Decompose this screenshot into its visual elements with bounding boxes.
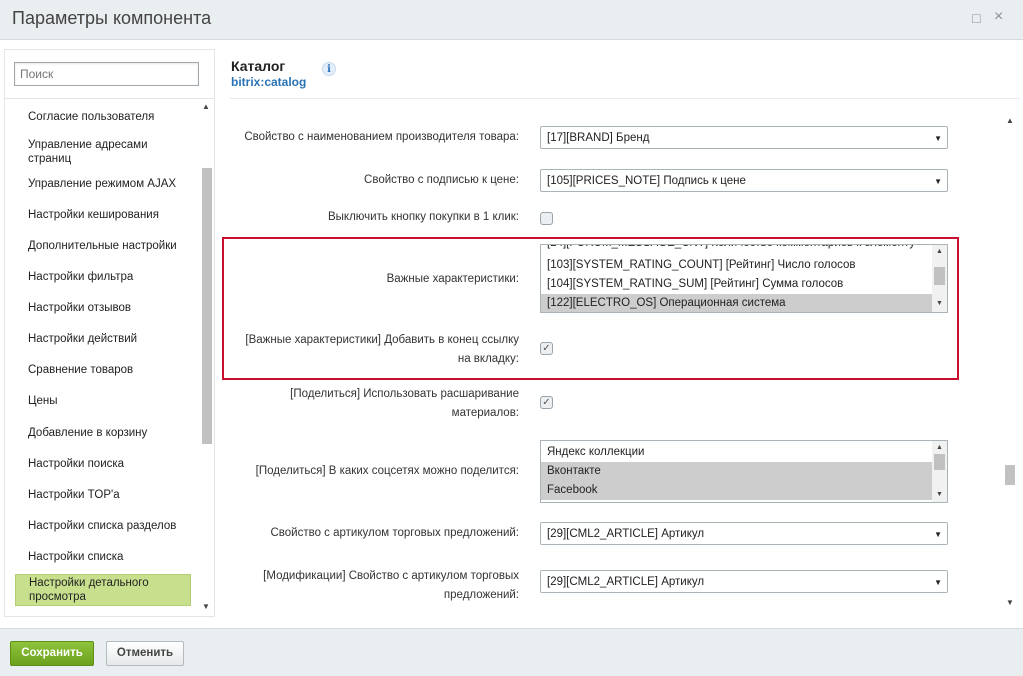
- scroll-up-icon[interactable]: ▲: [936, 444, 943, 451]
- scroll-down-icon[interactable]: ▼: [936, 491, 943, 498]
- component-code: bitrix:catalog: [231, 75, 307, 89]
- sidebar-item-actions[interactable]: Настройки действий: [15, 332, 191, 346]
- scroll-up-icon[interactable]: ▲: [936, 248, 943, 255]
- brand-property-select[interactable]: [17][BRAND] Бренд ▼: [540, 126, 948, 149]
- close-icon[interactable]: ×: [994, 8, 1003, 26]
- sidebar-scrollbar[interactable]: ▲ ▼: [201, 102, 213, 612]
- save-button[interactable]: Сохранить: [10, 641, 94, 666]
- window-titlebar: Параметры компонента □ ×: [0, 0, 1023, 40]
- list-item[interactable]: Facebook: [541, 481, 933, 500]
- price-note-value: [105][PRICES_NOTE] Подпись к цене: [547, 175, 746, 187]
- list-item[interactable]: Вконтакте: [541, 462, 933, 481]
- price-note-label: Свойство с подписью к цене:: [364, 174, 519, 186]
- sidebar-item-additional[interactable]: Дополнительные настройки: [15, 239, 191, 253]
- chevron-down-icon: ▼: [934, 177, 942, 186]
- sidebar-divider: [5, 98, 214, 99]
- list-item[interactable]: Яндекс коллекции: [541, 443, 933, 462]
- important-props-listbox[interactable]: [24][FORUM_MESSAGE_CNT] Количество комме…: [540, 244, 948, 313]
- info-icon[interactable]: i: [322, 62, 336, 76]
- one-click-label: Выключить кнопку покупки в 1 клик:: [328, 211, 519, 223]
- offer-article-value: [29][CML2_ARTICLE] Артикул: [547, 528, 705, 540]
- listbox-scroll-thumb[interactable]: [934, 267, 945, 285]
- sidebar-item-prices[interactable]: Цены: [15, 394, 191, 408]
- mod-article-value: [29][CML2_ARTICLE] Артикул: [547, 576, 705, 588]
- sidebar-item-search[interactable]: Настройки поиска: [15, 457, 191, 471]
- sidebar-item-section-list[interactable]: Настройки списка разделов: [15, 519, 191, 533]
- sidebar-item-compare[interactable]: Сравнение товаров: [15, 363, 191, 377]
- chevron-down-icon: ▼: [934, 578, 942, 587]
- sidebar-item-filter[interactable]: Настройки фильтра: [15, 270, 191, 284]
- scroll-up-icon[interactable]: ▲: [1006, 116, 1014, 125]
- offer-article-select[interactable]: [29][CML2_ARTICLE] Артикул ▼: [540, 522, 948, 545]
- sidebar: Согласие пользователя Управление адресам…: [4, 49, 215, 617]
- chevron-down-icon: ▼: [934, 530, 942, 539]
- listbox-scrollbar[interactable]: ▲ ▼: [932, 245, 947, 312]
- scroll-up-icon[interactable]: ▲: [202, 102, 210, 111]
- share-checkbox[interactable]: ✓: [540, 396, 553, 409]
- sidebar-item-user-consent[interactable]: Согласие пользователя: [15, 110, 191, 124]
- scroll-down-icon[interactable]: ▼: [936, 300, 943, 307]
- list-item[interactable]: [103][SYSTEM_RATING_COUNT] [Рейтинг] Чис…: [541, 256, 933, 275]
- brand-property-label: Свойство с наименованием производителя т…: [244, 131, 519, 143]
- list-item[interactable]: [104][SYSTEM_RATING_SUM] [Рейтинг] Сумма…: [541, 275, 933, 294]
- window-title: Параметры компонента: [12, 8, 212, 28]
- main-scrollbar[interactable]: ▲ ▼: [1003, 112, 1017, 612]
- scroll-down-icon[interactable]: ▼: [202, 602, 210, 611]
- page-title: Каталог: [231, 58, 286, 74]
- scroll-down-icon[interactable]: ▼: [1006, 598, 1014, 607]
- sidebar-item-caching[interactable]: Настройки кеширования: [15, 208, 191, 222]
- dialog-footer: Сохранить Отменить: [0, 628, 1023, 676]
- sidebar-item-page-addresses[interactable]: Управление адресами страниц: [15, 138, 191, 166]
- mod-article-label: [Модификации] Свойство с артикулом торго…: [263, 570, 519, 601]
- offer-article-label: Свойство с артикулом торговых предложени…: [270, 527, 519, 539]
- cancel-button[interactable]: Отменить: [106, 641, 184, 666]
- important-link-checkbox[interactable]: ✓: [540, 342, 553, 355]
- listbox-scrollbar[interactable]: ▲ ▼: [932, 441, 947, 502]
- list-item[interactable]: [24][FORUM_MESSAGE_CNT] Количество комме…: [541, 245, 933, 253]
- share-label: [Поделиться] Использовать расшаривание м…: [290, 388, 519, 419]
- important-link-label: [Важные характеристики] Добавить в конец…: [245, 334, 519, 365]
- chevron-down-icon: ▼: [934, 134, 942, 143]
- sidebar-item-ajax-mode[interactable]: Управление режимом AJAX: [15, 177, 191, 191]
- sidebar-item-top[interactable]: Настройки TOP'a: [15, 488, 191, 502]
- share-networks-listbox[interactable]: Яндекс коллекции Вконтакте Facebook ▲ ▼: [540, 440, 948, 503]
- sidebar-item-list[interactable]: Настройки списка: [15, 550, 191, 564]
- mod-article-select[interactable]: [29][CML2_ARTICLE] Артикул ▼: [540, 570, 948, 593]
- search-input[interactable]: [14, 62, 199, 86]
- sidebar-item-add-to-cart[interactable]: Добавление в корзину: [15, 426, 191, 440]
- listbox-scroll-thumb[interactable]: [934, 454, 945, 470]
- component-header: Каталог bitrix:catalog: [231, 58, 306, 89]
- brand-property-value: [17][BRAND] Бренд: [547, 132, 650, 144]
- sidebar-scroll-thumb[interactable]: [202, 168, 212, 444]
- maximize-icon[interactable]: □: [972, 10, 980, 26]
- list-item[interactable]: [122][ELECTRO_OS] Операционная система: [541, 294, 933, 312]
- main-scroll-thumb[interactable]: [1005, 465, 1015, 485]
- important-props-label: Важные характеристики:: [386, 273, 519, 285]
- sidebar-item-detail-view[interactable]: Настройки детального просмотра: [15, 574, 191, 606]
- header-divider: [230, 98, 1020, 99]
- one-click-checkbox[interactable]: [540, 212, 553, 225]
- price-note-select[interactable]: [105][PRICES_NOTE] Подпись к цене ▼: [540, 169, 948, 192]
- sidebar-item-reviews[interactable]: Настройки отзывов: [15, 301, 191, 315]
- share-networks-label: [Поделиться] В каких соцсетях можно поде…: [255, 465, 519, 477]
